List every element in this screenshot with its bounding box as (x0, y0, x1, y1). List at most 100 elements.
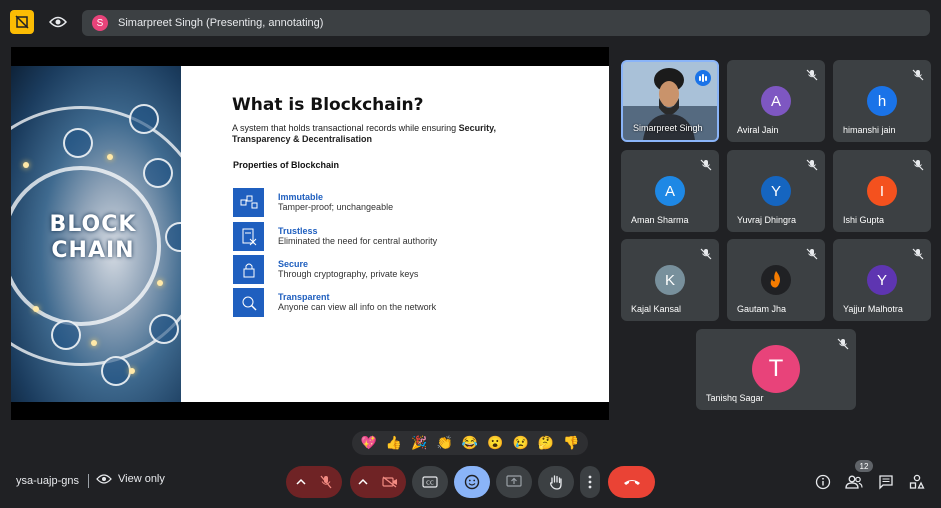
participant-tile-video[interactable]: Simarpreet Singh (621, 60, 719, 142)
avatar: h (867, 86, 897, 116)
captions-icon: CC (422, 476, 438, 488)
mic-off-icon (912, 69, 924, 81)
participant-name: Yuvraj Dhingra (737, 215, 797, 225)
magnifier-icon (233, 288, 264, 317)
avatar: Y (761, 176, 791, 206)
present-button[interactable] (496, 466, 532, 498)
document-x-icon (233, 222, 264, 251)
camera-off-icon[interactable] (382, 476, 398, 488)
chevron-up-icon[interactable] (358, 478, 368, 486)
people-icon (845, 475, 863, 489)
avatar: T (752, 345, 800, 393)
avatar: Y (867, 265, 897, 295)
mic-off-icon (806, 159, 818, 171)
chat-icon (879, 475, 893, 490)
more-vert-icon (588, 475, 592, 489)
info-icon (815, 474, 831, 490)
lock-icon (233, 255, 264, 284)
mic-off-icon (912, 159, 924, 171)
participant-tile[interactable]: K Kajal Kansal (621, 239, 719, 321)
mic-off-icon (806, 248, 818, 260)
mic-off-icon (806, 69, 818, 81)
meeting-details-button[interactable] (814, 473, 832, 491)
flame-logo-icon (770, 271, 780, 288)
microphone-control[interactable] (286, 466, 342, 498)
heart-reaction[interactable]: 💖 (358, 432, 380, 454)
surprised-reaction[interactable]: 😮 (484, 432, 506, 454)
eye-icon (96, 474, 112, 484)
participant-tile[interactable]: A Aman Sharma (621, 150, 719, 232)
participant-tile[interactable]: Y Yuvraj Dhingra (727, 150, 825, 232)
activities-button[interactable] (908, 473, 926, 491)
thumbs-up-reaction[interactable]: 👍 (383, 432, 405, 454)
reactions-bar: 💖 👍 🎉 👏 😂 😮 😢 🤔 👎 (352, 431, 588, 455)
participant-name: Tanishq Sagar (706, 393, 764, 403)
participant-name: Simarpreet Singh (633, 123, 703, 133)
slide-content: BLOCK CHAIN What is Blockchain? A system… (11, 66, 609, 402)
mic-off-icon (700, 159, 712, 171)
participant-name: Aviral Jain (737, 125, 779, 135)
view-only-label: View only (96, 473, 165, 485)
mic-off-icon[interactable] (320, 475, 332, 489)
block-chain-text: BLOCK CHAIN (49, 212, 137, 263)
mic-off-icon (912, 248, 924, 260)
eye-icon (49, 16, 67, 28)
participant-name: himanshi jain (843, 125, 896, 135)
properties-heading: Properties of Blockchain (233, 160, 340, 170)
presenter-bar: S Simarpreet Singh (Presenting, annotati… (82, 10, 930, 36)
participant-tile[interactable]: T Tanishq Sagar (696, 329, 856, 410)
laugh-reaction[interactable]: 😂 (459, 432, 481, 454)
avatar: K (655, 265, 685, 295)
present-screen-icon (506, 475, 522, 487)
leave-call-button[interactable] (608, 466, 655, 498)
avatar: A (761, 86, 791, 116)
mic-off-icon (837, 338, 849, 350)
chat-button[interactable] (877, 473, 895, 491)
mic-off-icon (700, 248, 712, 260)
presentation-view: BLOCK CHAIN What is Blockchain? A system… (11, 47, 609, 420)
annotate-off-icon (15, 15, 29, 29)
blockchain-illustration: BLOCK CHAIN (11, 66, 181, 402)
presenter-avatar: S (92, 15, 108, 31)
participant-name: Gautam Jha (737, 304, 787, 314)
camera-control[interactable] (350, 466, 406, 498)
participant-tile[interactable]: I Ishi Gupta (833, 150, 931, 232)
emoji-icon (464, 474, 480, 490)
emoji-reactions-button[interactable] (454, 466, 490, 498)
blocks-icon (233, 188, 264, 217)
speaking-indicator-icon (695, 70, 711, 86)
slide-subtitle: A system that holds transactional record… (232, 123, 496, 144)
participant-name: Aman Sharma (631, 215, 689, 225)
svg-text:CC: CC (426, 481, 434, 487)
participant-tile[interactable]: h himanshi jain (833, 60, 931, 142)
end-call-icon (623, 480, 640, 485)
annotation-toggle-button[interactable] (10, 10, 34, 34)
avatar (761, 265, 791, 295)
more-options-button[interactable] (580, 466, 600, 498)
hand-icon (550, 475, 562, 490)
visibility-button[interactable] (48, 12, 68, 32)
party-reaction[interactable]: 🎉 (408, 432, 430, 454)
thinking-reaction[interactable]: 🤔 (535, 432, 557, 454)
participant-tile[interactable]: A Aviral Jain (727, 60, 825, 142)
slide-title: What is Blockchain? (232, 95, 424, 115)
chevron-up-icon[interactable] (296, 478, 306, 486)
participant-name: Ishi Gupta (843, 215, 885, 225)
participant-tile[interactable]: Y Yajjur Malhotra (833, 239, 931, 321)
meeting-code: ysa-uajp-gns (16, 475, 79, 487)
captions-button[interactable]: CC (412, 466, 448, 498)
clap-reaction[interactable]: 👏 (434, 432, 456, 454)
activities-shapes-icon (909, 474, 925, 489)
property-immutable: Immutable Tamper-proof; unchangeable (233, 188, 493, 218)
presenter-label: Simarpreet Singh (Presenting, annotating… (118, 17, 324, 29)
divider (88, 474, 89, 488)
participant-name: Yajjur Malhotra (843, 304, 903, 314)
participant-tile[interactable]: Gautam Jha (727, 239, 825, 321)
thumbs-down-reaction[interactable]: 👎 (560, 432, 582, 454)
participant-name: Kajal Kansal (631, 304, 682, 314)
people-button[interactable] (845, 473, 863, 491)
people-count-badge: 12 (855, 460, 873, 472)
property-secure: Secure Through cryptography, private key… (233, 255, 493, 285)
sad-reaction[interactable]: 😢 (510, 432, 532, 454)
raise-hand-button[interactable] (538, 466, 574, 498)
